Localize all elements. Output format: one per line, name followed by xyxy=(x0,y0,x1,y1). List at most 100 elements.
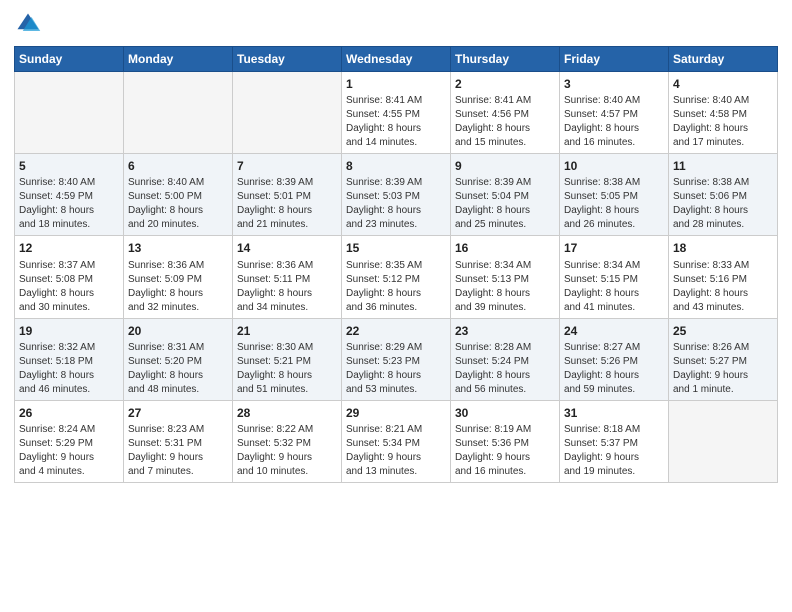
day-info: Sunrise: 8:38 AM Sunset: 5:06 PM Dayligh… xyxy=(673,176,773,232)
day-info: Sunrise: 8:31 AM Sunset: 5:20 PM Dayligh… xyxy=(128,341,228,397)
weekday-header-friday: Friday xyxy=(560,47,669,72)
weekday-header-row: SundayMondayTuesdayWednesdayThursdayFrid… xyxy=(15,47,778,72)
calendar-day-cell: 29 Sunrise: 8:21 AM Sunset: 5:34 PM Dayli… xyxy=(342,400,451,482)
day-number: 24 xyxy=(564,323,664,339)
calendar-week-row: 19 Sunrise: 8:32 AM Sunset: 5:18 PM Dayli… xyxy=(15,318,778,400)
calendar-table: SundayMondayTuesdayWednesdayThursdayFrid… xyxy=(14,46,778,483)
page: SundayMondayTuesdayWednesdayThursdayFrid… xyxy=(0,0,792,612)
day-info: Sunrise: 8:19 AM Sunset: 5:36 PM Dayligh… xyxy=(455,423,555,479)
day-info: Sunrise: 8:41 AM Sunset: 4:55 PM Dayligh… xyxy=(346,94,446,150)
calendar-week-row: 26Sunrise: 8:24 AM Sunset: 5:29 PM Dayli… xyxy=(15,400,778,482)
day-info: Sunrise: 8:30 AM Sunset: 5:21 PM Dayligh… xyxy=(237,341,337,397)
day-info: Sunrise: 8:38 AM Sunset: 5:05 PM Dayligh… xyxy=(564,176,664,232)
calendar-day-cell: 28 Sunrise: 8:22 AM Sunset: 5:32 PM Dayli… xyxy=(233,400,342,482)
calendar-day-cell xyxy=(124,72,233,154)
day-info: Sunrise: 8:36 AM Sunset: 5:11 PM Dayligh… xyxy=(237,259,337,315)
day-info: Sunrise: 8:18 AM Sunset: 5:37 PM Dayligh… xyxy=(564,423,664,479)
weekday-header-monday: Monday xyxy=(124,47,233,72)
calendar-week-row: 5Sunrise: 8:40 AM Sunset: 4:59 PM Daylig… xyxy=(15,154,778,236)
day-info: Sunrise: 8:26 AM Sunset: 5:27 PM Dayligh… xyxy=(673,341,773,397)
calendar-day-cell: 16 Sunrise: 8:34 AM Sunset: 5:13 PM Dayli… xyxy=(451,236,560,318)
weekday-header-wednesday: Wednesday xyxy=(342,47,451,72)
day-info: Sunrise: 8:39 AM Sunset: 5:01 PM Dayligh… xyxy=(237,176,337,232)
calendar-week-row: 1 Sunrise: 8:41 AM Sunset: 4:55 PM Daylig… xyxy=(15,72,778,154)
day-number: 1 xyxy=(346,76,446,92)
calendar-day-cell: 21 Sunrise: 8:30 AM Sunset: 5:21 PM Dayli… xyxy=(233,318,342,400)
day-number: 17 xyxy=(564,240,664,256)
calendar-day-cell: 4 Sunrise: 8:40 AM Sunset: 4:58 PM Daylig… xyxy=(669,72,778,154)
day-info: Sunrise: 8:40 AM Sunset: 5:00 PM Dayligh… xyxy=(128,176,228,232)
calendar-day-cell: 19 Sunrise: 8:32 AM Sunset: 5:18 PM Dayli… xyxy=(15,318,124,400)
logo-icon xyxy=(14,10,42,38)
day-number: 12 xyxy=(19,240,119,256)
day-info: Sunrise: 8:27 AM Sunset: 5:26 PM Dayligh… xyxy=(564,341,664,397)
calendar-day-cell: 26Sunrise: 8:24 AM Sunset: 5:29 PM Dayli… xyxy=(15,400,124,482)
calendar-day-cell: 23 Sunrise: 8:28 AM Sunset: 5:24 PM Dayli… xyxy=(451,318,560,400)
day-info: Sunrise: 8:41 AM Sunset: 4:56 PM Dayligh… xyxy=(455,94,555,150)
calendar-day-cell: 20 Sunrise: 8:31 AM Sunset: 5:20 PM Dayli… xyxy=(124,318,233,400)
day-info: Sunrise: 8:37 AM Sunset: 5:08 PM Dayligh… xyxy=(19,259,119,315)
calendar-day-cell: 3Sunrise: 8:40 AM Sunset: 4:57 PM Daylig… xyxy=(560,72,669,154)
calendar-day-cell: 10 Sunrise: 8:38 AM Sunset: 5:05 PM Dayli… xyxy=(560,154,669,236)
day-number: 4 xyxy=(673,76,773,92)
day-number: 19 xyxy=(19,323,119,339)
calendar-day-cell: 25 Sunrise: 8:26 AM Sunset: 5:27 PM Dayli… xyxy=(669,318,778,400)
calendar-day-cell: 24 Sunrise: 8:27 AM Sunset: 5:26 PM Dayli… xyxy=(560,318,669,400)
day-number: 11 xyxy=(673,158,773,174)
weekday-header-tuesday: Tuesday xyxy=(233,47,342,72)
day-number: 30 xyxy=(455,405,555,421)
header xyxy=(14,10,778,38)
calendar-week-row: 12 Sunrise: 8:37 AM Sunset: 5:08 PM Dayli… xyxy=(15,236,778,318)
calendar-day-cell: 8Sunrise: 8:39 AM Sunset: 5:03 PM Daylig… xyxy=(342,154,451,236)
day-number: 14 xyxy=(237,240,337,256)
calendar-day-cell xyxy=(15,72,124,154)
calendar-day-cell: 5Sunrise: 8:40 AM Sunset: 4:59 PM Daylig… xyxy=(15,154,124,236)
day-info: Sunrise: 8:40 AM Sunset: 4:58 PM Dayligh… xyxy=(673,94,773,150)
day-number: 2 xyxy=(455,76,555,92)
calendar-day-cell xyxy=(669,400,778,482)
day-number: 25 xyxy=(673,323,773,339)
day-number: 20 xyxy=(128,323,228,339)
day-number: 29 xyxy=(346,405,446,421)
day-number: 27 xyxy=(128,405,228,421)
logo xyxy=(14,10,46,38)
calendar-day-cell: 11 Sunrise: 8:38 AM Sunset: 5:06 PM Dayli… xyxy=(669,154,778,236)
day-info: Sunrise: 8:32 AM Sunset: 5:18 PM Dayligh… xyxy=(19,341,119,397)
day-number: 9 xyxy=(455,158,555,174)
day-info: Sunrise: 8:23 AM Sunset: 5:31 PM Dayligh… xyxy=(128,423,228,479)
day-number: 13 xyxy=(128,240,228,256)
day-info: Sunrise: 8:21 AM Sunset: 5:34 PM Dayligh… xyxy=(346,423,446,479)
day-info: Sunrise: 8:35 AM Sunset: 5:12 PM Dayligh… xyxy=(346,259,446,315)
calendar-day-cell: 27 Sunrise: 8:23 AM Sunset: 5:31 PM Dayli… xyxy=(124,400,233,482)
weekday-header-sunday: Sunday xyxy=(15,47,124,72)
calendar-day-cell: 9 Sunrise: 8:39 AM Sunset: 5:04 PM Daylig… xyxy=(451,154,560,236)
calendar-day-cell: 7 Sunrise: 8:39 AM Sunset: 5:01 PM Daylig… xyxy=(233,154,342,236)
day-number: 22 xyxy=(346,323,446,339)
day-info: Sunrise: 8:39 AM Sunset: 5:04 PM Dayligh… xyxy=(455,176,555,232)
day-info: Sunrise: 8:28 AM Sunset: 5:24 PM Dayligh… xyxy=(455,341,555,397)
day-info: Sunrise: 8:34 AM Sunset: 5:15 PM Dayligh… xyxy=(564,259,664,315)
day-info: Sunrise: 8:39 AM Sunset: 5:03 PM Dayligh… xyxy=(346,176,446,232)
calendar-day-cell: 22 Sunrise: 8:29 AM Sunset: 5:23 PM Dayli… xyxy=(342,318,451,400)
calendar-day-cell xyxy=(233,72,342,154)
day-number: 16 xyxy=(455,240,555,256)
day-info: Sunrise: 8:33 AM Sunset: 5:16 PM Dayligh… xyxy=(673,259,773,315)
day-info: Sunrise: 8:24 AM Sunset: 5:29 PM Dayligh… xyxy=(19,423,119,479)
day-number: 28 xyxy=(237,405,337,421)
day-number: 15 xyxy=(346,240,446,256)
day-number: 21 xyxy=(237,323,337,339)
day-info: Sunrise: 8:34 AM Sunset: 5:13 PM Dayligh… xyxy=(455,259,555,315)
day-number: 3 xyxy=(564,76,664,92)
day-number: 23 xyxy=(455,323,555,339)
day-info: Sunrise: 8:29 AM Sunset: 5:23 PM Dayligh… xyxy=(346,341,446,397)
day-number: 6 xyxy=(128,158,228,174)
calendar-day-cell: 13Sunrise: 8:36 AM Sunset: 5:09 PM Dayli… xyxy=(124,236,233,318)
calendar-day-cell: 30 Sunrise: 8:19 AM Sunset: 5:36 PM Dayli… xyxy=(451,400,560,482)
day-number: 7 xyxy=(237,158,337,174)
day-info: Sunrise: 8:22 AM Sunset: 5:32 PM Dayligh… xyxy=(237,423,337,479)
calendar-day-cell: 15 Sunrise: 8:35 AM Sunset: 5:12 PM Dayli… xyxy=(342,236,451,318)
calendar-day-cell: 18Sunrise: 8:33 AM Sunset: 5:16 PM Dayli… xyxy=(669,236,778,318)
day-number: 31 xyxy=(564,405,664,421)
calendar-day-cell: 2 Sunrise: 8:41 AM Sunset: 4:56 PM Daylig… xyxy=(451,72,560,154)
day-number: 10 xyxy=(564,158,664,174)
